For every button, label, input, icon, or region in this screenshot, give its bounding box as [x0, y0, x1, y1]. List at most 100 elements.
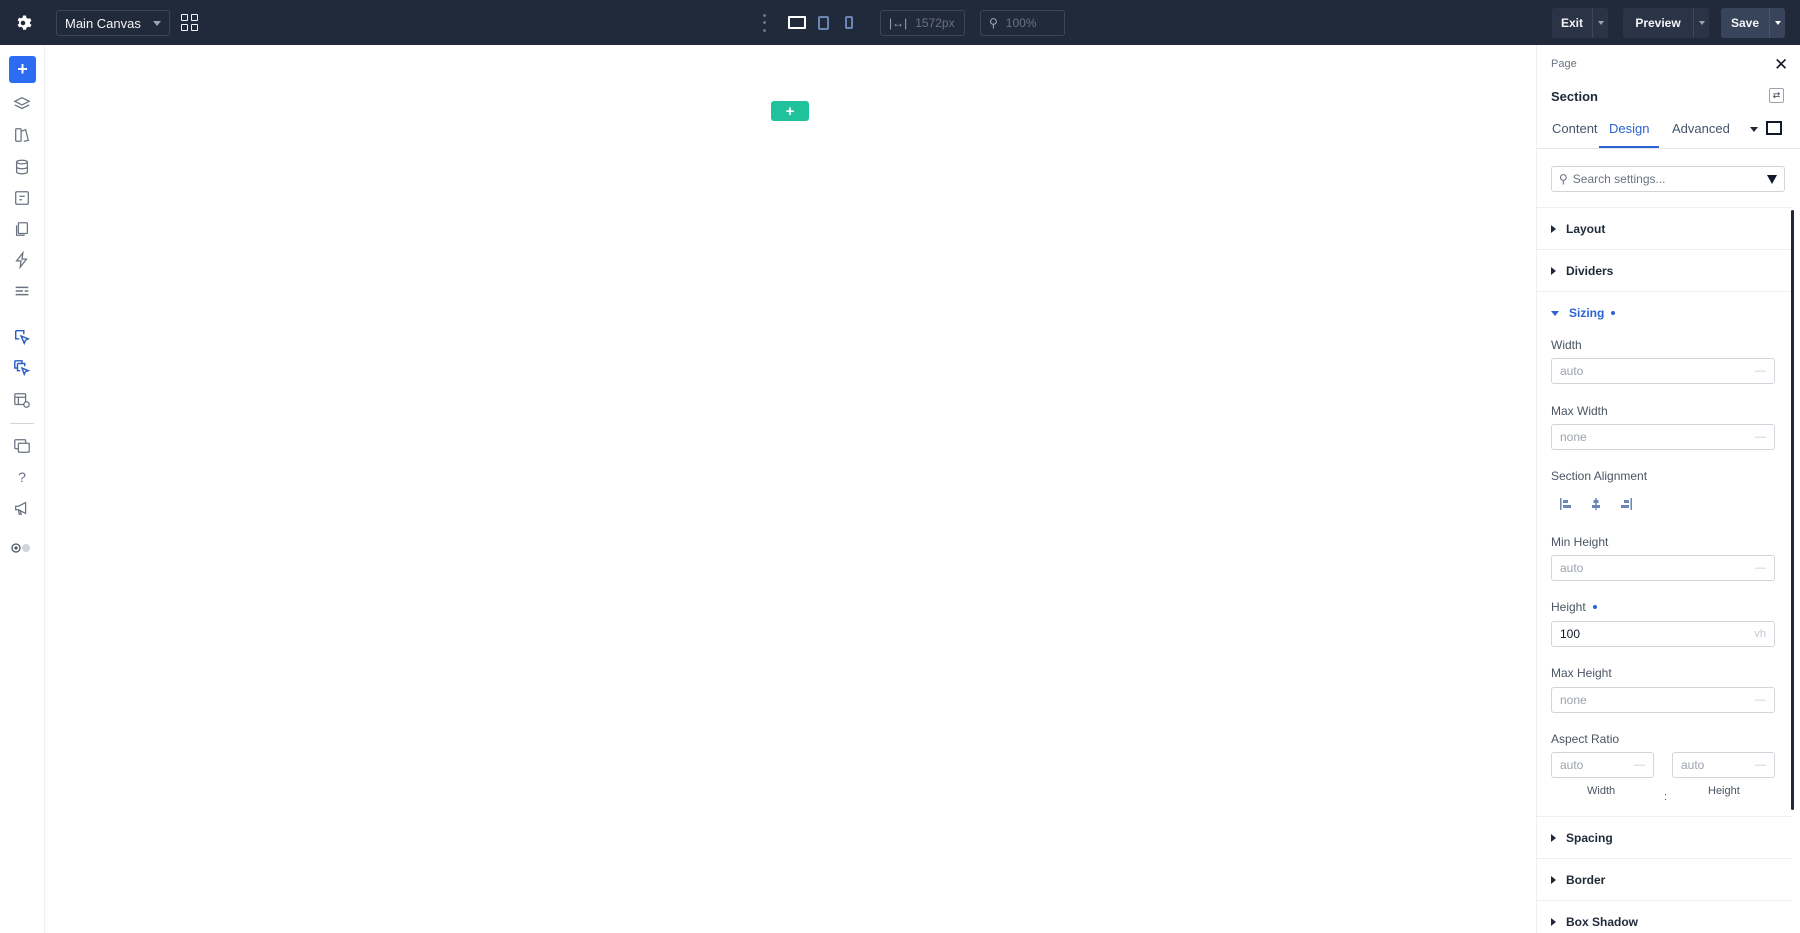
- aspect-ratio-width-input[interactable]: auto —: [1551, 752, 1654, 778]
- tab-design[interactable]: Design: [1599, 121, 1660, 148]
- aspect-ratio-height-input[interactable]: auto —: [1672, 752, 1775, 778]
- settings-gear-icon[interactable]: [10, 10, 36, 36]
- section-toggle-spacing[interactable]: Spacing: [1551, 831, 1613, 845]
- section-label: Sizing: [1569, 306, 1605, 320]
- form-icon[interactable]: [10, 186, 34, 210]
- chevron-down-icon: [1597, 21, 1604, 25]
- preview-button[interactable]: Preview: [1623, 8, 1693, 38]
- unit-selector[interactable]: —: [1755, 759, 1766, 771]
- canvas-select-dropdown[interactable]: Main Canvas: [56, 10, 170, 36]
- portability-icon[interactable]: [10, 434, 34, 458]
- desktop-view-icon[interactable]: [784, 10, 810, 36]
- zoom-value: 100%: [1005, 15, 1037, 30]
- width-arrows-icon: |↔|: [889, 15, 908, 30]
- close-icon[interactable]: ✕: [1774, 55, 1788, 75]
- align-left-icon[interactable]: [1551, 494, 1581, 514]
- tabs-dropdown-icon[interactable]: [1750, 127, 1758, 132]
- caret-right-icon: [1551, 918, 1556, 926]
- max-width-label: Max Width: [1551, 404, 1608, 418]
- phone-view-icon[interactable]: [836, 10, 862, 36]
- caret-down-icon: [1551, 310, 1559, 316]
- announcement-megaphone-icon[interactable]: [10, 496, 34, 520]
- height-value: 100: [1560, 627, 1581, 641]
- section-toggle-layout[interactable]: Layout: [1551, 222, 1605, 236]
- section-toggle-border[interactable]: Border: [1551, 873, 1605, 887]
- min-height-placeholder: auto: [1560, 561, 1584, 575]
- database-icon[interactable]: [10, 155, 34, 179]
- align-right-icon[interactable]: [1611, 494, 1641, 514]
- interactions-bolt-icon[interactable]: [10, 248, 34, 272]
- caret-right-icon: [1551, 834, 1556, 842]
- divider: [1537, 858, 1791, 859]
- element-options-icon[interactable]: ⇄: [1769, 88, 1784, 103]
- save-dropdown-button[interactable]: [1769, 8, 1785, 38]
- design-library-icon[interactable]: [10, 123, 34, 147]
- save-button-group: Save: [1721, 8, 1785, 38]
- section-alignment-buttons: [1551, 494, 1641, 514]
- help-icon[interactable]: ?: [10, 465, 34, 489]
- settings-search-input[interactable]: [1572, 172, 1753, 186]
- global-styles-icon[interactable]: [10, 279, 34, 303]
- section-label: Spacing: [1566, 831, 1613, 845]
- min-height-input[interactable]: auto —: [1551, 555, 1775, 581]
- max-width-input[interactable]: none —: [1551, 424, 1775, 450]
- layers-icon[interactable]: [10, 92, 34, 116]
- aspect-width-sublabel: Width: [1587, 785, 1616, 797]
- section-label: Border: [1566, 873, 1606, 887]
- canvas-width-field[interactable]: |↔| 1572px: [880, 9, 965, 36]
- height-label: Height: [1551, 600, 1597, 614]
- section-toggle-dividers[interactable]: Dividers: [1551, 264, 1613, 278]
- zoom-field[interactable]: ⚲ 100%: [980, 9, 1065, 36]
- settings-search: ⚲: [1551, 166, 1785, 192]
- responsive-mode-icon[interactable]: [1766, 121, 1782, 135]
- chevron-down-icon: [1698, 21, 1705, 25]
- panel-tabs: Content Design Advanced: [1537, 113, 1800, 149]
- align-center-icon[interactable]: [1581, 494, 1611, 514]
- pages-icon[interactable]: [10, 217, 34, 241]
- unit-selector[interactable]: —: [1755, 562, 1766, 574]
- filter-icon[interactable]: [1767, 174, 1777, 184]
- multi-select-icon[interactable]: [10, 356, 34, 380]
- preview-button-group: Preview: [1623, 8, 1709, 38]
- builder-canvas[interactable]: +: [45, 45, 1536, 933]
- height-label-text: Height: [1551, 600, 1586, 614]
- divider: [1537, 900, 1791, 901]
- top-toolbar: Main Canvas |↔| 1572px ⚲ 100% Exit Previ…: [0, 0, 1800, 45]
- section-label: Dividers: [1566, 264, 1614, 278]
- left-sidebar: + ?: [0, 45, 45, 933]
- caret-right-icon: [1551, 876, 1556, 884]
- tab-content[interactable]: Content: [1552, 121, 1598, 146]
- templates-grid-icon[interactable]: [181, 14, 198, 31]
- canvas-select-label: Main Canvas: [65, 15, 141, 31]
- preview-dropdown-button[interactable]: [1693, 8, 1709, 38]
- tab-advanced[interactable]: Advanced: [1672, 121, 1730, 146]
- unit-selector[interactable]: —: [1755, 694, 1766, 706]
- breadcrumb[interactable]: Page: [1551, 58, 1577, 70]
- max-width-placeholder: none: [1560, 430, 1587, 444]
- pointer-select-icon[interactable]: [10, 325, 34, 349]
- caret-right-icon: [1551, 225, 1556, 233]
- section-toggle-sizing[interactable]: Sizing: [1551, 306, 1616, 320]
- section-alignment-label: Section Alignment: [1551, 469, 1648, 483]
- panel-scrollbar[interactable]: [1791, 210, 1794, 810]
- unit-selector[interactable]: —: [1755, 431, 1766, 443]
- height-input[interactable]: 100 vh: [1551, 621, 1775, 647]
- unit-selector[interactable]: vh: [1754, 628, 1766, 640]
- unit-selector[interactable]: —: [1755, 365, 1766, 377]
- layout-settings-icon[interactable]: [10, 388, 34, 412]
- add-element-button[interactable]: +: [9, 56, 36, 83]
- section-toggle-box-shadow[interactable]: Box Shadow: [1551, 915, 1638, 929]
- unit-selector[interactable]: —: [1634, 759, 1645, 771]
- aspect-ratio-label: Aspect Ratio: [1551, 732, 1620, 746]
- add-section-button[interactable]: +: [771, 101, 809, 121]
- width-input[interactable]: auto —: [1551, 358, 1775, 384]
- chevron-down-icon: [153, 20, 161, 26]
- tablet-view-icon[interactable]: [810, 10, 836, 36]
- exit-dropdown-button[interactable]: [1592, 8, 1608, 38]
- more-options-icon[interactable]: [758, 13, 770, 32]
- save-button[interactable]: Save: [1721, 8, 1769, 38]
- exit-button[interactable]: Exit: [1552, 8, 1592, 38]
- theme-toggle-icon[interactable]: [10, 536, 34, 560]
- section-label: Box Shadow: [1566, 915, 1639, 929]
- max-height-input[interactable]: none —: [1551, 687, 1775, 713]
